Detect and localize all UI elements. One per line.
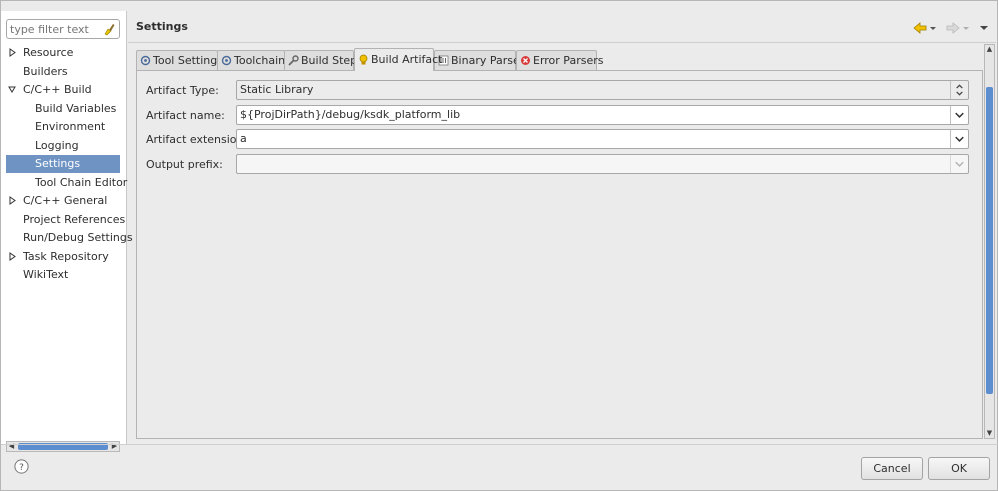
wrench-icon [288,55,299,66]
collapsed-twisty-icon[interactable] [8,48,16,57]
ok-button[interactable]: OK [928,457,990,480]
build-artifact-panel: Artifact Type: Static Library Artifact n… [136,70,983,439]
back-menu-chevron-icon[interactable] [929,21,937,35]
tab-label: Tool Settings [153,54,223,67]
tree-item-label: Build Variables [35,101,117,115]
tab-toolchains[interactable]: Toolchains [217,50,291,70]
svg-text:?: ? [19,463,24,473]
property-tree-panel: Resource Builders C/C++ Build Build Variabl… [1,11,133,452]
tree-item-label: Run/Debug Settings [23,231,133,244]
tree-item[interactable]: Tool Chain Editor [6,174,127,192]
tree-item-label: Builders [23,64,68,78]
tree-item[interactable]: Build Variables [6,100,120,118]
scroll-thumb[interactable] [986,87,993,394]
tree-item[interactable]: Settings [6,155,120,173]
view-menu-icon[interactable] [978,21,990,35]
up-down-chevron-icon[interactable] [950,81,968,99]
error-icon [521,56,530,65]
artifact-name-label: Artifact name: [146,109,225,122]
tree-item-label: Project References [23,212,126,226]
scroll-down-icon[interactable]: ▼ [985,429,994,438]
tree-item-label: Resource [23,46,74,59]
tree-item-label: Environment [35,120,106,133]
artifact-name-combo[interactable]: ${ProjDirPath}/debug/ksdk_platform_lib [236,105,969,125]
artifact-type-select[interactable]: Static Library [236,80,969,100]
filter-box[interactable] [6,19,120,39]
tool-settings-icon [140,55,151,66]
tree-item[interactable]: C/C++ Build [6,81,120,99]
artifact-name-value[interactable]: ${ProjDirPath}/debug/ksdk_platform_lib [240,108,460,121]
collapsed-twisty-icon[interactable] [8,196,16,205]
tree-item[interactable]: Run/Debug Settings [6,229,133,247]
forward-arrow-icon[interactable] [945,21,961,35]
tree-item-label: Settings [35,157,81,170]
tree-item-label: C/C++ General [23,194,108,207]
artifact-type-label: Artifact Type: [146,84,219,97]
tree-item-label: C/C++ Build [23,83,92,96]
artifact-extension-combo[interactable]: a [236,129,969,149]
artifact-type-value: Static Library [240,83,314,96]
tree-horizontal-scrollbar[interactable]: ◀ ▶ [6,441,120,452]
toolchains-icon [221,55,232,66]
properties-dialog: Resource Builders C/C++ Build Build Variabl… [0,0,998,491]
tab-binary-parsers[interactable]: Binary Parsers [434,50,530,70]
page-title: Settings [136,20,188,33]
tree-item-label: WikiText [23,268,69,281]
tree-item[interactable]: Resource [6,44,120,62]
tab-label: Build Artifact [371,53,443,66]
tab-error-parsers[interactable]: Error Parsers [516,50,603,70]
tree-item[interactable]: Task Repository [6,248,120,266]
artifact-extension-value[interactable]: a [240,132,247,145]
forward-menu-chevron-icon[interactable] [962,21,970,35]
artifact-icon [359,54,368,65]
tree-item[interactable]: WikiText [6,266,120,284]
clear-filter-icon[interactable] [102,22,116,36]
artifact-extension-label: Artifact extension: [146,133,248,146]
tree-item-label: Tool Chain Editor [35,175,128,189]
output-prefix-label: Output prefix: [146,158,223,171]
chevron-down-icon[interactable] [950,106,968,124]
tab-build-artifact[interactable]: Build Artifact [354,48,443,71]
tab-tool-settings[interactable]: Tool Settings [136,50,223,70]
content-vertical-scrollbar[interactable]: ▲ ▼ [984,44,995,439]
tab-label: Toolchains [234,54,291,67]
collapsed-twisty-icon[interactable] [8,251,16,261]
cancel-button[interactable]: Cancel [861,457,923,480]
scroll-up-icon[interactable]: ▲ [985,45,994,54]
tab-label: Error Parsers [533,54,604,67]
output-prefix-combo[interactable] [236,154,969,174]
tree-item[interactable]: Project References [6,211,125,229]
tree-item[interactable]: Environment [6,118,120,136]
tree-item-label: Task Repository [23,249,109,263]
chevron-down-icon[interactable] [950,155,968,173]
tree-item-label: Logging [35,138,79,152]
tree-item[interactable]: Logging [6,137,120,155]
filter-input[interactable] [10,22,100,37]
button-bar-separator [1,444,998,445]
help-icon[interactable]: ? [14,459,29,474]
expanded-twisty-icon[interactable] [8,85,16,94]
tab-build-steps[interactable]: Build Steps [284,50,363,70]
tree-item[interactable]: Builders [6,63,120,81]
chevron-down-icon[interactable] [950,130,968,148]
title-separator [128,42,996,43]
back-arrow-icon[interactable] [912,21,928,35]
tree-item[interactable]: C/C++ General [6,192,120,210]
